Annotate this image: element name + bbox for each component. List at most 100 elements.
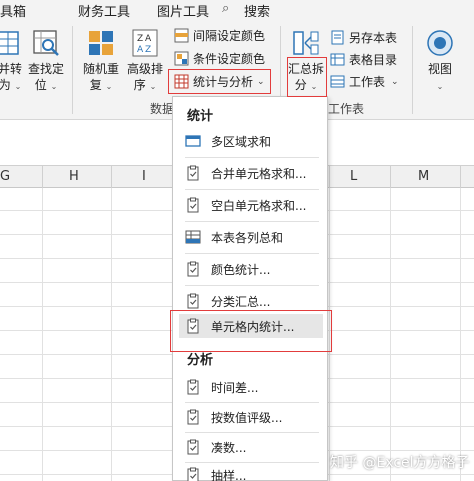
stats-analysis-menu: 统计 多区域求和 合并单元格求和... 空白单元格求和... 本表各列总和 颜色… — [172, 96, 328, 481]
clipboard-check-icon — [187, 409, 199, 425]
sheet-directory-label: 表格目录 — [349, 53, 398, 67]
chevron-down-icon: ⌄ — [391, 76, 399, 87]
menu-item-number-matching[interactable]: 凑数... — [179, 435, 323, 459]
menu-item-label: 时间差... — [211, 380, 259, 395]
clipboard-check-icon — [187, 261, 199, 277]
ribbon-separator — [72, 26, 73, 114]
find-locate-button[interactable]: 查找定 位 ⌄ — [25, 28, 67, 95]
menu-item-label: 颜色统计... — [211, 262, 271, 277]
column-divider — [460, 166, 461, 188]
menu-item-color-stats[interactable]: 颜色统计... — [179, 257, 323, 281]
menu-divider — [185, 157, 319, 158]
menu-section-stats: 统计 — [187, 109, 214, 124]
tab-picture-tools[interactable]: 图片工具 — [157, 1, 209, 20]
interval-color-button[interactable]: 间隔设定颜色 — [174, 26, 265, 45]
advanced-sort-label: 高级排 — [126, 62, 163, 76]
menu-divider — [185, 221, 319, 222]
col-line — [390, 188, 391, 481]
clipboard-check-icon — [187, 467, 199, 481]
find-table-icon — [33, 30, 59, 56]
worksheet-button[interactable]: 工作表 ⌄ — [330, 72, 399, 91]
ribbon-tab-bar: 具箱 财务工具 图片工具 ⌕ 搜索 — [0, 0, 474, 20]
worksheet-icon — [330, 75, 345, 88]
menu-item-label: 多区域求和 — [211, 134, 272, 149]
col-line — [460, 188, 461, 481]
menu-item-sampling[interactable]: 抽样... — [179, 463, 323, 481]
menu-item-blank-cell-sum[interactable]: 空白单元格求和... — [179, 193, 323, 217]
chevron-down-icon: ⌄ — [149, 82, 157, 91]
column-header-h[interactable]: H — [69, 169, 79, 184]
column-header-l[interactable]: L — [350, 169, 357, 184]
worksheet-label: 工作表 — [349, 75, 386, 89]
advanced-sort-label2: 序 — [133, 78, 146, 92]
clipboard-check-icon — [187, 379, 199, 395]
save-sheet-as-button[interactable]: 另存本表 — [330, 28, 397, 47]
clipboard-check-icon — [187, 197, 199, 213]
column-divider — [390, 166, 391, 188]
menu-divider — [185, 285, 319, 286]
menu-item-merged-cell-sum[interactable]: 合并单元格求和... — [179, 161, 323, 185]
random-grid-icon — [89, 31, 113, 55]
multi-area-sum-icon — [185, 135, 201, 147]
tab-toolbox[interactable]: 具箱 — [0, 1, 26, 20]
sheet-directory-button[interactable]: 表格目录 — [330, 50, 397, 69]
column-divider — [42, 166, 43, 188]
find-locate-label: 查找定 — [27, 62, 64, 76]
search-icon[interactable]: ⌕ — [222, 1, 229, 16]
ribbon-separator — [412, 26, 413, 114]
random-repeat-button[interactable]: 随机重 复 ⌄ — [80, 28, 122, 95]
highlight-box-in-cell-stats — [170, 310, 332, 352]
menu-divider — [185, 189, 319, 190]
chevron-down-icon: ⌄ — [14, 82, 22, 91]
column-divider — [111, 166, 112, 188]
column-header-g[interactable]: G — [0, 169, 10, 184]
menu-item-time-difference[interactable]: 时间差... — [179, 375, 323, 399]
sort-az-icon: Z A A Z — [132, 29, 158, 57]
save-sheet-label: 另存本表 — [349, 31, 398, 45]
find-locate-label2: 位 — [34, 78, 47, 92]
interval-color-icon — [174, 28, 189, 43]
menu-item-value-rating[interactable]: 按数值评级... — [179, 405, 323, 429]
merge-convert-button[interactable]: 并转 为 ⌄ — [0, 28, 24, 95]
sheet-directory-icon — [330, 53, 345, 66]
merge-convert-label2: 为 — [0, 78, 11, 92]
menu-item-label: 空白单元格求和... — [211, 198, 307, 213]
advanced-sort-button[interactable]: Z A A Z 高级排 序 ⌄ — [124, 28, 166, 95]
conditional-color-button[interactable]: 条件设定颜色 — [174, 49, 265, 68]
menu-item-label: 分类汇总... — [211, 294, 271, 309]
menu-item-label: 抽样... — [211, 468, 247, 481]
tab-search[interactable]: 搜索 — [244, 1, 270, 20]
svg-text:A: A — [145, 34, 152, 44]
group-label-worksheet: 工作表 — [328, 102, 365, 116]
menu-item-label: 凑数... — [211, 440, 247, 455]
column-header-i[interactable]: I — [142, 169, 146, 184]
conditional-color-icon — [174, 51, 189, 66]
chevron-down-icon: ⌄ — [105, 82, 113, 91]
clipboard-check-icon — [187, 165, 199, 181]
svg-text:Z: Z — [145, 45, 151, 55]
menu-item-label: 合并单元格求和... — [211, 166, 307, 181]
view-button[interactable]: 视图 ⌄ — [420, 28, 460, 95]
menu-item-label: 按数值评级... — [211, 410, 283, 425]
view-icon — [427, 30, 453, 56]
column-header-m[interactable]: M — [418, 169, 429, 184]
watermark: 知乎 @Excel方方格子 — [330, 455, 470, 471]
summary-split-icon — [293, 31, 319, 55]
view-label: 视图 — [427, 62, 452, 76]
column-divider — [329, 166, 330, 188]
menu-item-sheet-column-totals[interactable]: 本表各列总和 — [179, 225, 323, 249]
random-repeat-label: 随机重 — [82, 62, 119, 76]
interval-color-label: 间隔设定颜色 — [193, 29, 266, 43]
menu-item-multi-area-sum[interactable]: 多区域求和 — [179, 129, 323, 153]
highlight-box-stats-button — [168, 69, 271, 94]
menu-divider — [185, 432, 319, 433]
menu-divider — [185, 402, 319, 403]
svg-text:A: A — [137, 45, 144, 55]
clipboard-check-icon — [187, 439, 199, 455]
random-repeat-label2: 复 — [89, 78, 102, 92]
highlight-box-summary-button — [287, 57, 327, 97]
svg-text:Z: Z — [137, 34, 143, 44]
chevron-down-icon: ⌄ — [436, 82, 444, 91]
tab-finance-tools[interactable]: 财务工具 — [78, 1, 130, 20]
merge-convert-label: 并转 — [0, 62, 22, 76]
